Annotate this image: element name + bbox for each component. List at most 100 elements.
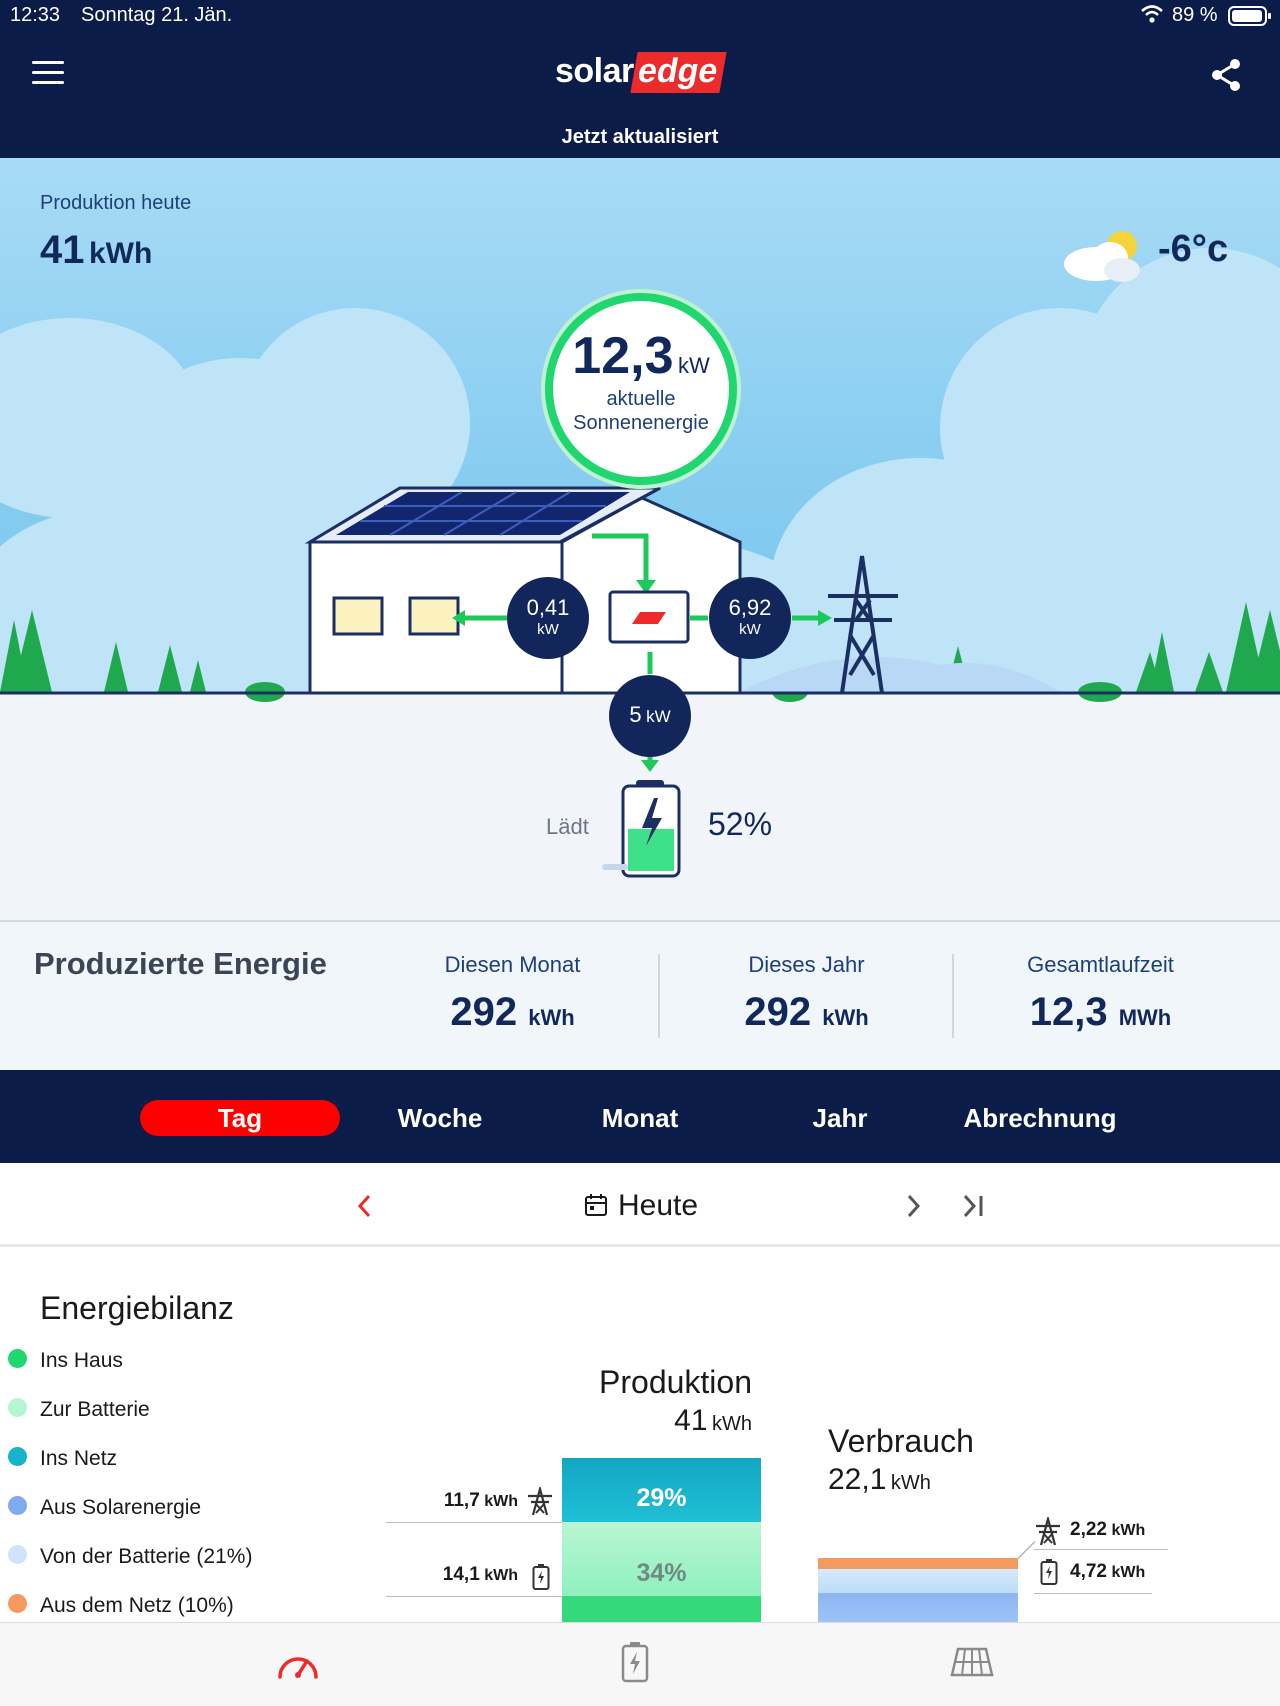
logo-text-solar: solar [555,52,634,90]
dashboard-gauge-icon[interactable] [276,1645,320,1686]
consumption-grid-leader [1034,1549,1168,1550]
battery-tab-icon[interactable] [620,1641,650,1688]
power-tower-icon [527,1484,553,1520]
stat-year-number: 292 [744,990,812,1034]
consumption-grid-unit: kWh [1111,1522,1146,1539]
produced-energy-panel: Produzierte Energie Diesen Monat 292 kWh… [0,920,1280,1070]
date-label[interactable]: Heute [618,1189,698,1223]
production-battery-percent: 34% [636,1559,687,1587]
production-today-label: Produktion heute [40,192,192,214]
legend-dot-solar [8,1496,27,1515]
chevron-left-icon[interactable] [356,1193,372,1224]
legend-dot-from-battery [8,1545,27,1564]
tab-week[interactable]: Woche [340,1100,540,1136]
consumption-total-unit: kWh [890,1472,931,1494]
consumption-bar-solar [818,1593,1018,1622]
production-title: Produktion [599,1364,752,1400]
production-grid-unit: kWh [484,1493,518,1510]
stat-divider [658,954,660,1038]
trees-left [0,610,285,702]
period-tabs: Tag Woche Monat Jahr Abrechnung [0,1070,1280,1163]
tab-month[interactable]: Monat [540,1100,740,1136]
bottom-tab-bar [0,1622,1280,1706]
legend-label-from-battery: Von der Batterie (21%) [40,1545,253,1568]
solar-power-unit: kW [677,353,710,378]
house-power-value: 0,41 [526,595,570,620]
chevron-right-icon[interactable] [906,1193,922,1224]
solar-power-readout: 12,3 kW [520,326,762,386]
legend-dot-house [8,1349,27,1368]
stat-month-label: Diesen Monat [444,952,581,977]
consumption-grid-value: 2,22 [1070,1519,1107,1540]
production-battery-amount: 14,1 kWh [400,1564,518,1586]
updated-status: Jetzt aktualisiert [561,126,719,148]
production-total-value: 41 [674,1404,708,1437]
battery-power-readout: 5 kW [609,702,691,728]
stat-year-label: Dieses Jahr [748,952,865,977]
tab-day[interactable]: Tag [140,1100,340,1136]
stat-month-unit: kWh [528,1005,575,1030]
consumption-bar-battery [818,1569,1018,1593]
consumption-total-value: 22,1 [828,1463,887,1496]
battery-charge-percent: 52% [708,806,773,842]
production-bar-house [562,1596,761,1622]
date-navigator: Heute [0,1163,1280,1247]
production-battery-leader [386,1596,562,1597]
stat-lifetime-unit: MWh [1118,1005,1172,1030]
skip-to-end-icon[interactable] [962,1193,986,1224]
consumption-battery-amount: 4,72 kWh [1070,1561,1145,1583]
tab-year[interactable]: Jahr [740,1100,940,1136]
stat-year-value: 292 kWh [674,990,939,1035]
consumption-battery-value: 4,72 [1070,1561,1107,1582]
battery-status-icon [1228,6,1272,31]
energy-balance-title: Energiebilanz [40,1290,234,1326]
solaredge-logo: solaredge [555,52,727,93]
stat-month-value: 292 kWh [380,990,645,1035]
menu-icon[interactable] [32,60,64,91]
consumption-title: Verbrauch [828,1423,974,1459]
battery-small-icon [532,1563,550,1596]
battery-small-icon [1040,1558,1058,1591]
legend-label-battery: Zur Batterie [40,1398,150,1421]
inverter-icon [608,590,690,644]
stat-this-year: Dieses Jahr 292 kWh [674,952,939,1035]
logo-text-edge: edge [630,52,727,93]
consumption-total: 22,1 kWh [828,1463,931,1497]
wifi-icon [1140,4,1164,29]
calendar-icon [584,1193,608,1222]
consumption-battery-leader [1034,1593,1152,1594]
legend-label-grid: Ins Netz [40,1447,118,1470]
tab-billing[interactable]: Abrechnung [940,1100,1140,1136]
production-total-unit: kWh [712,1413,752,1435]
production-battery-value: 14,1 [442,1564,480,1585]
stat-this-month: Diesen Monat 292 kWh [380,952,645,1035]
solar-panel-tab-icon[interactable] [950,1647,994,1684]
power-tower-icon [1035,1514,1061,1550]
grid-power-value: 6,92 [728,595,772,620]
production-today-unit: kWh [88,237,153,270]
production-grid-percent: 29% [636,1484,687,1512]
production-grid-amount: 11,7 kWh [400,1490,518,1512]
grid-power-unit: kW [739,621,761,638]
share-icon[interactable] [1210,58,1242,97]
consumption-grid-amount: 2,22 kWh [1070,1519,1145,1541]
legend-dot-grid [8,1447,27,1466]
stat-year-unit: kWh [822,1005,869,1030]
consumption-leader-diagonal [1017,1541,1036,1559]
production-battery-unit: kWh [484,1567,518,1584]
solar-label-line2: Sonnenenergie [573,412,709,434]
legend-dot-battery [8,1398,27,1417]
battery-icon [602,780,681,878]
house-power-readout: 0,41 kW [507,595,589,638]
legend-dot-from-grid [8,1594,27,1613]
solar-power-value: 12,3 [572,327,674,385]
legend-label-solar: Aus Solarenergie [40,1496,202,1519]
app-header: 12:33 Sonntag 21. Jän. 89 % solaredge Je… [0,0,1280,158]
solar-power-label: aktuelle Sonnenenergie [520,387,762,435]
battery-status: Lädt [546,814,589,839]
consumption-battery-unit: kWh [1111,1564,1146,1581]
stat-month-number: 292 [450,990,518,1034]
stat-lifetime-label: Gesamtlaufzeit [1027,952,1174,977]
production-today-number: 41 [40,228,85,272]
status-battery-percent: 89 % [1172,4,1218,26]
